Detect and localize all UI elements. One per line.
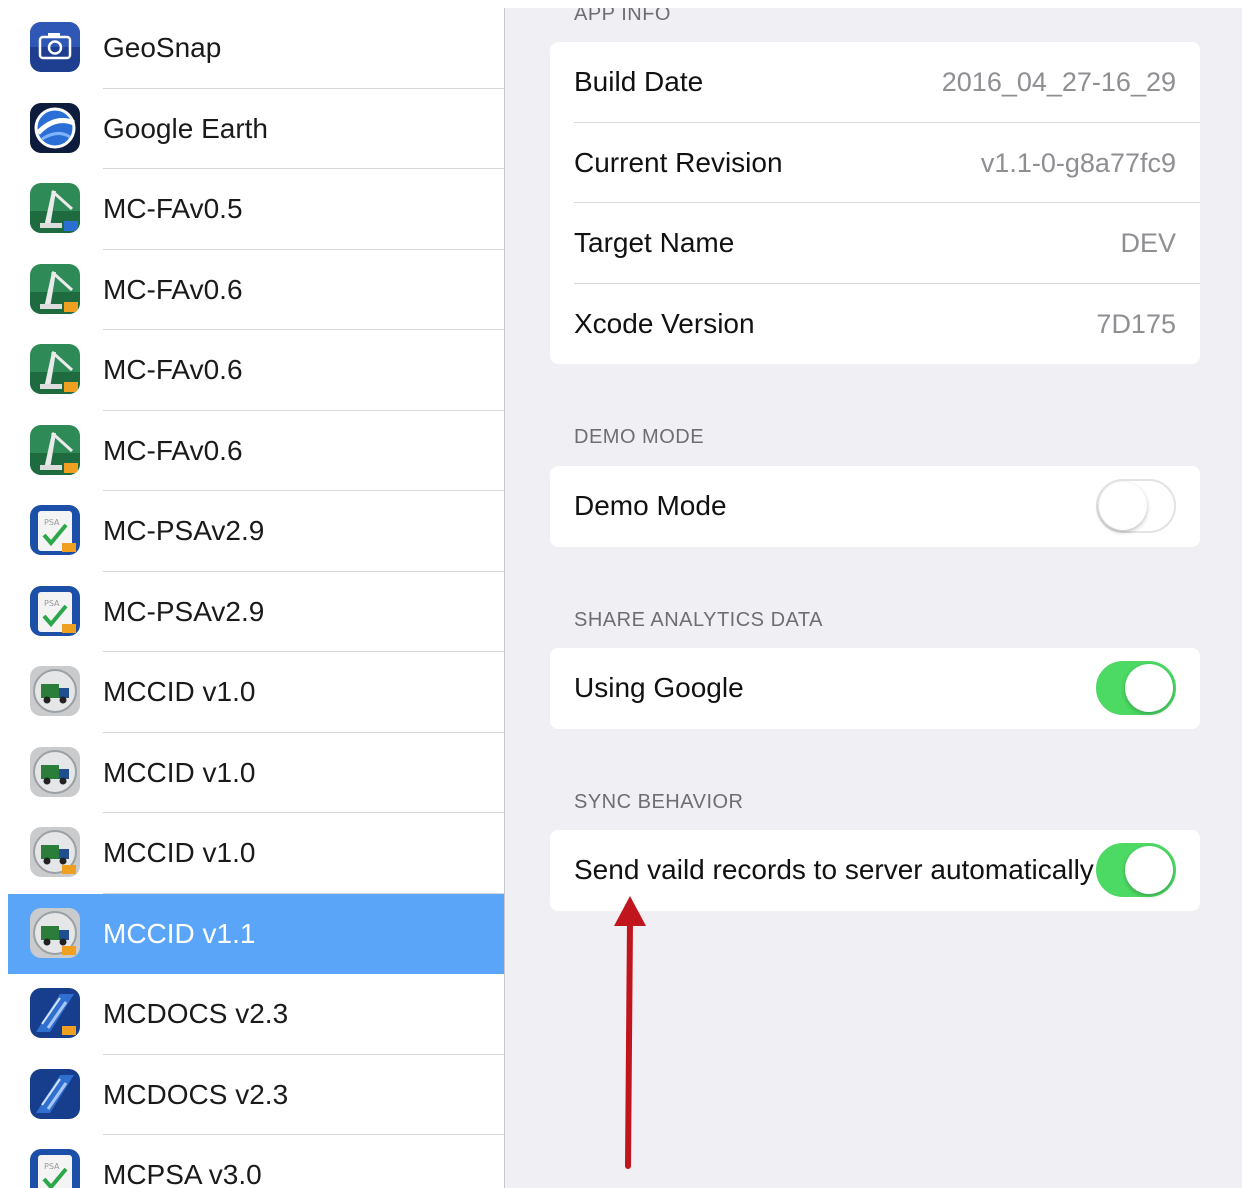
annotation-arrow xyxy=(614,896,646,1169)
settings-window: GeoSnap Google Earth MC-FAv0.5 MC-FAv0.6 xyxy=(8,8,1242,1188)
